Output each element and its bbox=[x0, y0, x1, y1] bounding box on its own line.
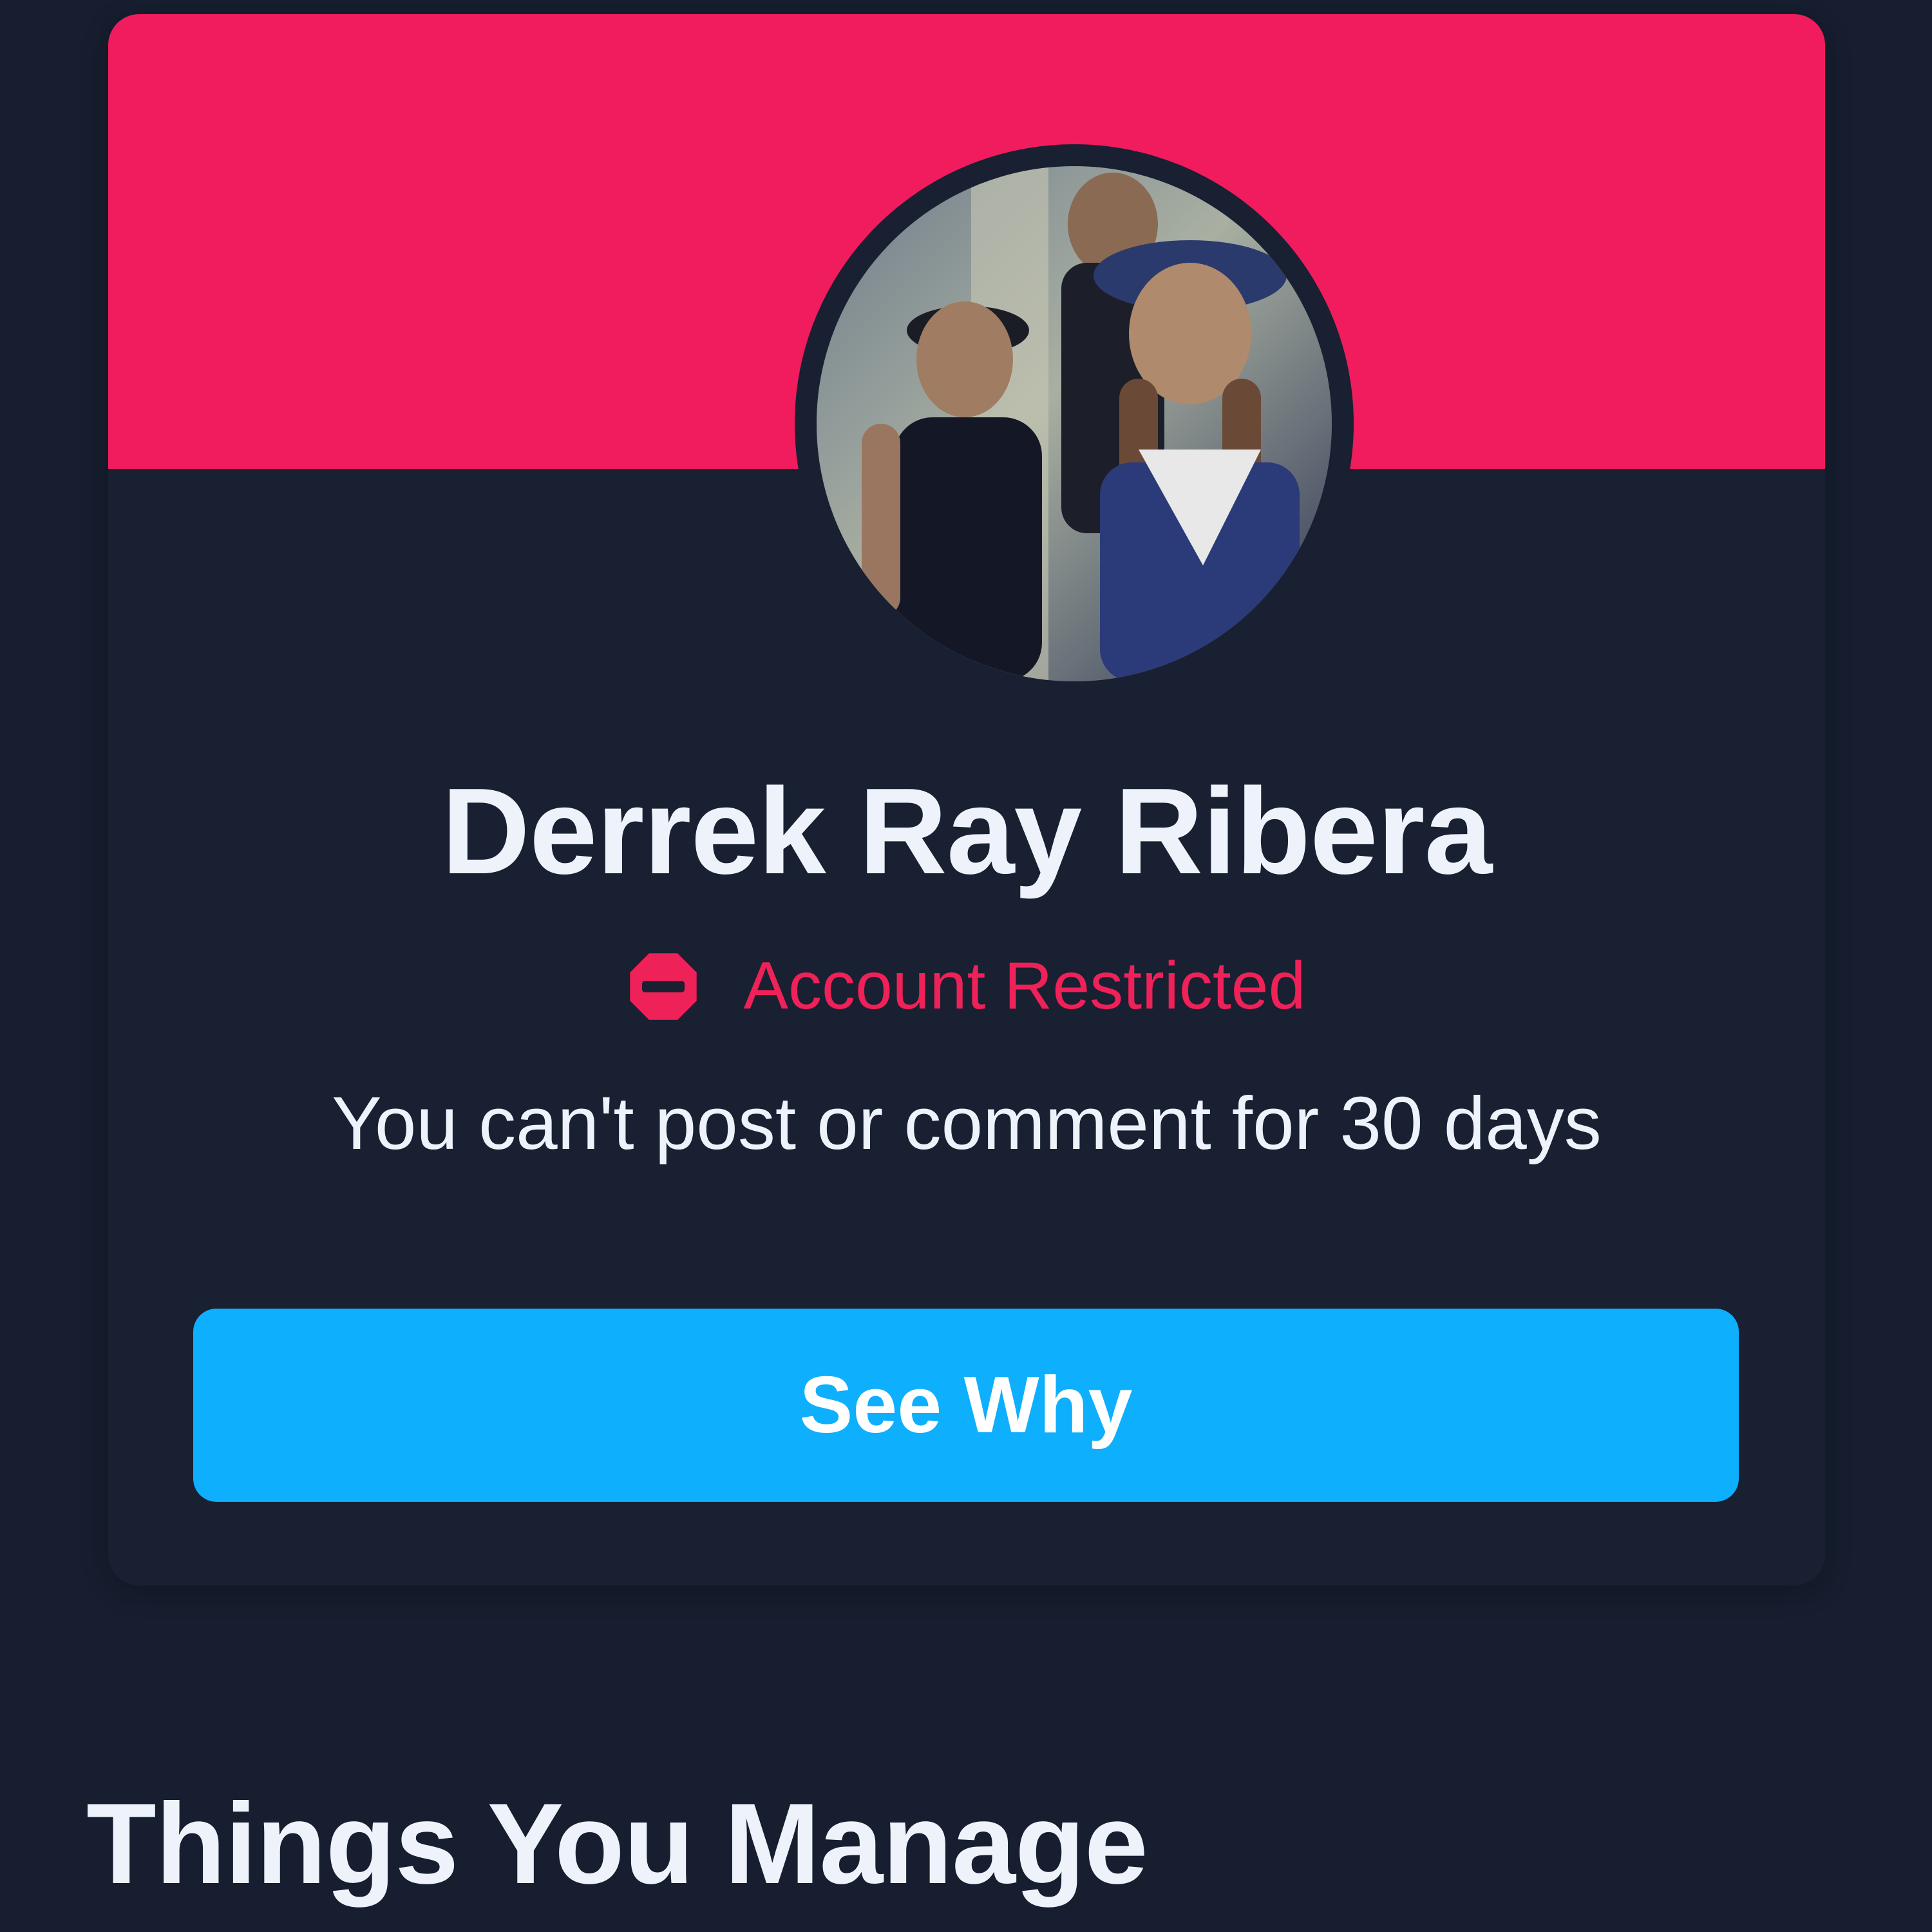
page: Derrek Ray Ribera Account Restricted You… bbox=[0, 0, 1932, 1932]
avatar[interactable] bbox=[817, 166, 1332, 681]
profile-card: Derrek Ray Ribera Account Restricted You… bbox=[108, 14, 1825, 1586]
profile-name: Derrek Ray Ribera bbox=[441, 763, 1493, 900]
see-why-button[interactable]: See Why bbox=[193, 1309, 1739, 1502]
status-label: Account Restricted bbox=[743, 949, 1306, 1023]
account-status: Account Restricted bbox=[108, 948, 1825, 1025]
stop-icon bbox=[629, 952, 697, 1020]
avatar-ring bbox=[795, 144, 1354, 703]
restriction-message: You can't post or comment for 30 days bbox=[332, 1081, 1602, 1165]
profile-photo bbox=[817, 166, 1332, 681]
things-you-manage-title: Things You Manage bbox=[86, 1779, 1148, 1908]
